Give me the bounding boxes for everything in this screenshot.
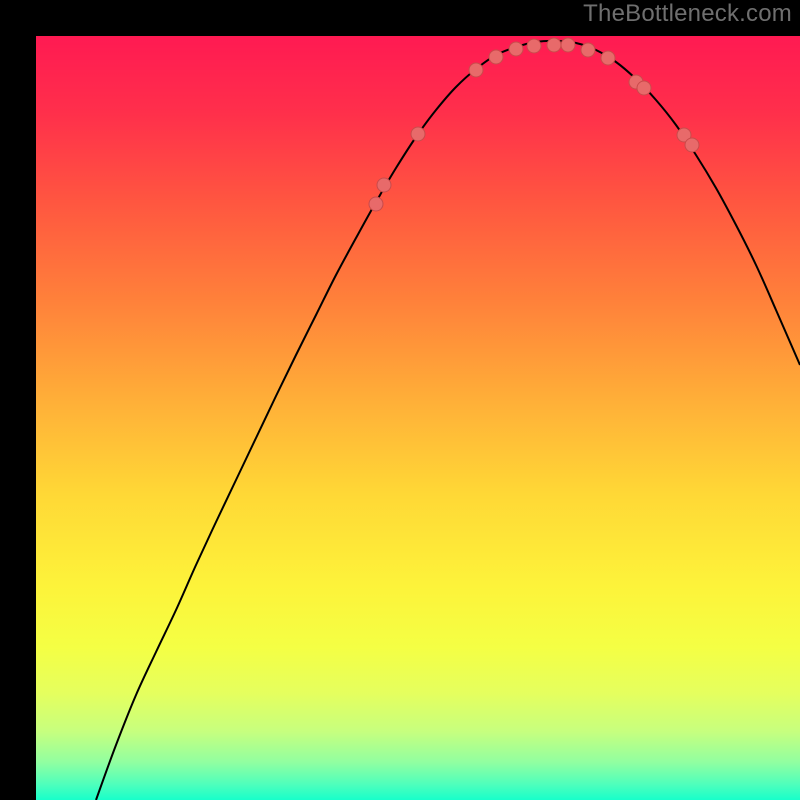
dot bbox=[469, 63, 483, 77]
dot bbox=[489, 50, 503, 64]
dot bbox=[369, 197, 383, 211]
dot bbox=[601, 51, 615, 65]
bottleneck-curve bbox=[96, 41, 800, 800]
curve-layer bbox=[36, 36, 800, 800]
dot bbox=[581, 43, 595, 57]
dot bbox=[527, 39, 541, 53]
plot-area bbox=[36, 36, 800, 800]
watermark: TheBottleneck.com bbox=[583, 0, 792, 28]
dot bbox=[547, 38, 561, 52]
dot bbox=[377, 178, 391, 192]
dot bbox=[411, 127, 425, 141]
dot bbox=[685, 138, 699, 152]
chart-frame bbox=[18, 18, 782, 782]
highlight-dots bbox=[369, 38, 699, 211]
dot bbox=[509, 42, 523, 56]
dot bbox=[637, 81, 651, 95]
dot bbox=[561, 38, 575, 52]
